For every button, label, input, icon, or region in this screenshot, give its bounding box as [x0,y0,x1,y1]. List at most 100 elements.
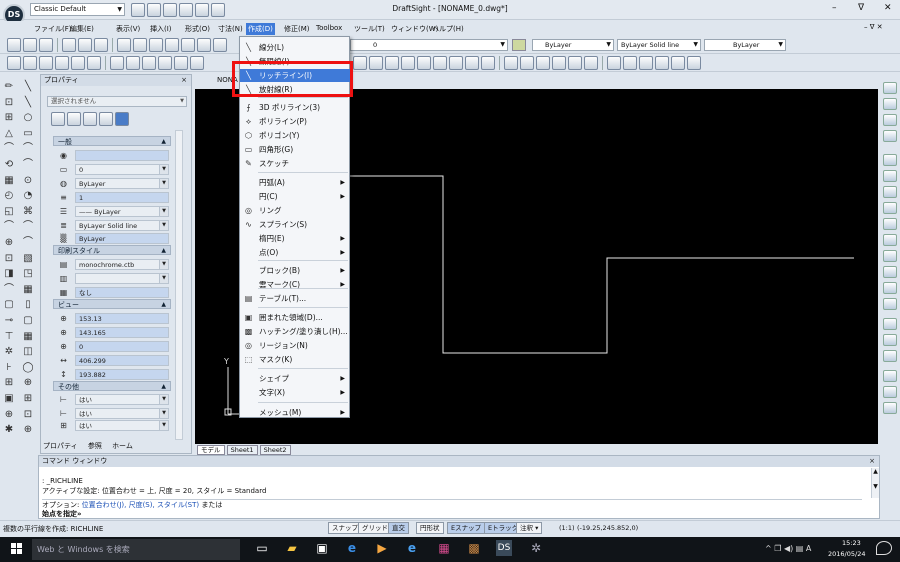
property-value[interactable]: ByLayer [75,233,169,244]
frame-icon[interactable] [39,56,53,70]
misc-app-icon[interactable]: ✲ [528,540,544,556]
menu-item[interactable]: 表示(V) [114,23,142,35]
menu-item-create[interactable]: 円弧(A) ▶ [240,176,350,189]
dimension-tool-icon[interactable] [883,98,897,110]
property-value[interactable]: monochrome.ctb ▼ [75,259,169,270]
property-value[interactable]: 0 ▼ [75,164,169,175]
pan-icon[interactable] [213,38,227,52]
modify-tool-icon[interactable]: ╲ [21,80,35,94]
modify-tool-icon[interactable]: ⊙ [21,174,35,188]
taskbar-tray[interactable]: ^ ❐ ◀) ▤ A [765,544,811,553]
open-icon[interactable] [147,3,161,17]
draw-tool-icon[interactable]: ▦ [2,174,16,188]
ie-icon[interactable]: e [404,540,420,556]
menu-item[interactable]: ツール(T) [352,23,387,35]
property-value[interactable]: はい ▼ [75,408,169,419]
draw-tool-icon[interactable]: ▢ [2,298,16,312]
section-other[interactable]: その他 ▲ [53,381,171,391]
triangle-icon[interactable] [158,56,172,70]
menu-item-create[interactable]: ⬚ マスク(K) [240,353,350,366]
properties-scrollbar[interactable] [175,130,183,440]
modify-tool-icon[interactable]: ▧ [21,252,35,266]
status-toggle-button[interactable]: グリッド [358,522,392,534]
file-explorer-icon[interactable]: ▰ [284,540,300,556]
menu-item-create[interactable]: ▣ 囲まれた領域(D)... [240,311,350,324]
zoom-icon[interactable] [94,38,108,52]
cross-icon[interactable] [401,56,415,70]
draw-tool-icon[interactable]: ⊸ [2,314,16,328]
draw-tool-icon[interactable]: ✱ [2,423,16,437]
command-options-links[interactable]: 位置合わせ(J), 尺度(S), スタイル(ST) [82,501,200,509]
draw-tool-icon[interactable]: ⊕ [2,408,16,422]
frame-icon[interactable] [71,56,85,70]
menu-item-create[interactable]: 楕円(E) ▶ [240,232,350,245]
menu-item-create[interactable]: ⬡ ポリゴン(Y) [240,129,350,142]
task-view-icon[interactable]: ▭ [254,540,270,556]
modify-tool-icon[interactable]: ▭ [21,127,35,141]
copy-icon[interactable] [133,38,147,52]
new-icon[interactable] [131,3,145,17]
toggle-pickadd-icon[interactable] [83,112,97,126]
dimension-tool-icon[interactable] [883,386,897,398]
property-value[interactable]: 406.299 [75,355,169,366]
modify-tool-icon[interactable]: ⊞ [21,392,35,406]
menu-item-create[interactable]: ▭ 四角形(G) [240,143,350,156]
menu-item-create[interactable]: ◎ リージョン(N) [240,339,350,352]
menu-item-create[interactable]: ブロック(B) ▶ [240,264,350,277]
menu-item-create[interactable]: ╲ 線分(L) [240,41,350,54]
status-toggle-button[interactable]: 直交 [388,522,409,534]
snap-icon[interactable] [520,56,534,70]
modify-tool-icon[interactable]: ◔ [21,189,35,203]
snap-icon[interactable] [504,56,518,70]
menu-item-create[interactable]: 文字(X) ▶ [240,386,350,399]
tab-reference[interactable]: 参照 [88,442,102,450]
property-value[interactable]: はい ▼ [75,394,169,405]
draw-tool-icon[interactable]: ◴ [2,189,16,203]
property-value[interactable] [75,150,169,161]
dimension-tool-icon[interactable] [883,402,897,414]
property-value[interactable]: 1 [75,192,169,203]
draw-tool-icon[interactable]: ✲ [2,345,16,359]
menu-item-create[interactable]: 円(C) ▶ [240,190,350,203]
pencil-icon[interactable] [23,56,37,70]
menu-item-create[interactable]: ✎ スケッチ [240,157,350,170]
layout-tab-model[interactable]: モデル [197,445,225,455]
taskbar-time[interactable]: 15:23 [842,539,861,547]
grid-icon[interactable] [623,56,637,70]
scroll-up-icon[interactable]: ▲ [872,468,879,475]
grid-icon[interactable] [607,56,621,70]
color-select[interactable]: ByLayer ▼ [532,39,614,51]
layout-tab-sheet2[interactable]: Sheet2 [259,445,291,455]
draw-tool-icon[interactable]: ⊦ [2,361,16,375]
store-icon[interactable]: ▣ [314,540,330,556]
status-toggle-button[interactable]: Eスナップ [447,522,486,534]
scroll-down-icon[interactable]: ▼ [872,483,879,490]
select-objects-icon[interactable] [51,112,65,126]
windows-start-icon[interactable] [11,543,23,555]
menu-item-create[interactable]: メッシュ(M) ▶ [240,406,350,419]
dimension-tool-icon[interactable] [883,370,897,382]
perpendicular-icon[interactable] [417,56,431,70]
status-toggle-button[interactable]: 注釈 ▾ [516,522,543,534]
match-properties-icon[interactable] [165,38,179,52]
menu-item-create[interactable]: ∿ スプライン(S) [240,218,350,231]
grid-icon[interactable] [671,56,685,70]
menu-item-create[interactable]: ▤ テーブル(T)... [240,292,350,305]
dimension-tool-icon[interactable] [883,334,897,346]
draw-tool-icon[interactable]: ⊕ [2,236,16,250]
media-app-icon[interactable]: ▦ [436,540,452,556]
menu-item-create[interactable]: 点(O) ▶ [240,246,350,259]
status-toggle-button[interactable]: 円形状 [416,522,444,534]
section-print-style[interactable]: 印刷スタイル ▲ [53,245,171,255]
circle-icon[interactable] [481,56,495,70]
frame-icon[interactable] [55,56,69,70]
grid-icon[interactable] [639,56,653,70]
layout-tab-sheet1[interactable]: Sheet1 [226,445,258,455]
cross-icon[interactable] [369,56,383,70]
help-icon[interactable] [115,112,129,126]
modify-tool-icon[interactable]: ⊡ [21,408,35,422]
modify-tool-icon[interactable]: ▯ [21,298,35,312]
modify-tool-icon[interactable]: ◳ [21,267,35,281]
draw-tool-icon[interactable]: ⊡ [2,252,16,266]
circle-snap-icon[interactable] [110,56,124,70]
